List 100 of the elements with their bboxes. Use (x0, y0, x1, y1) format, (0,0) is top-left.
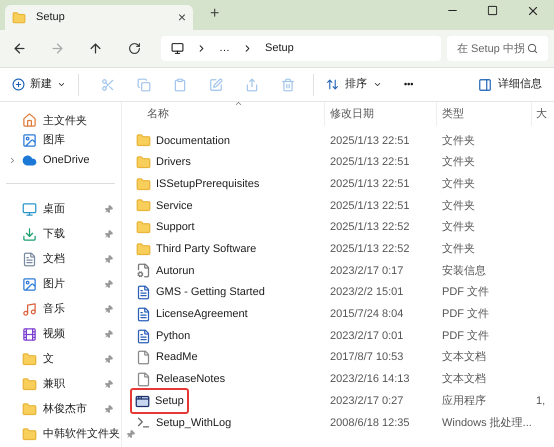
pin-icon (102, 378, 115, 391)
up-icon[interactable] (88, 41, 103, 56)
file-row[interactable]: Setup_WithLog 2008/6/18 12:35 Windows 批处理... (122, 412, 554, 434)
pin-icon (102, 228, 115, 241)
file-row[interactable]: Support 2025/1/13 22:52 文件夹 (122, 216, 554, 238)
file-row[interactable]: ReadMe 2017/8/7 10:53 文本文档 (122, 346, 554, 369)
date-cell-text: 2025/1/13 22:52 (329, 220, 411, 236)
pin-icon (102, 353, 115, 366)
type-cell-text: 文本文档 (441, 372, 487, 388)
folder-icon (136, 133, 151, 148)
column-header[interactable]: 修改日期 (325, 102, 437, 126)
pin-icon (102, 303, 115, 316)
breadcrumb[interactable]: … (219, 40, 230, 57)
size-cell-text: 1, (535, 394, 546, 409)
file-row[interactable]: Drivers 2025/1/13 22:51 文件夹 (122, 152, 554, 174)
column-header[interactable]: 大 (532, 106, 547, 122)
sort-icon (326, 78, 339, 91)
date-cell-text: 2023/2/17 0:01 (329, 328, 404, 344)
file-row[interactable]: ReleaseNotes 2023/2/16 14:13 文本文档 (122, 368, 554, 390)
date-cell-text: 2023/2/2 15:01 (329, 285, 404, 300)
sidebar-item[interactable]: 图库 (0, 130, 121, 150)
cloud-icon (22, 152, 37, 168)
expand-icon[interactable] (8, 156, 17, 165)
sort-button[interactable]: 排序 (326, 76, 382, 93)
type-cell-text: PDF 文件 (441, 284, 490, 300)
tab[interactable]: Setup × (5, 5, 193, 30)
date-cell-text: 2025/1/13 22:51 (329, 155, 411, 170)
file-name: ISSetupPrerequisites (156, 176, 260, 192)
sidebar-item[interactable]: 下载 (0, 222, 121, 247)
close-tab-button[interactable]: × (178, 7, 186, 28)
file-name: Service (156, 198, 193, 214)
folder-icon (12, 10, 26, 24)
file-name: Setup (155, 394, 184, 409)
folder-icon (136, 155, 151, 170)
address-bar[interactable]: … Setup (161, 36, 441, 61)
type-cell-text: 文件夹 (441, 176, 476, 192)
app-icon (135, 394, 150, 409)
file-row[interactable]: LicenseAgreement 2015/7/24 8:04 PDF 文件 (122, 304, 554, 326)
settings-file-icon (136, 263, 151, 278)
maximize-icon[interactable] (487, 5, 498, 16)
type-cell-text: 应用程序 (441, 394, 487, 409)
file-name: LicenseAgreement (156, 307, 248, 322)
pin-icon (102, 328, 115, 341)
type-cell-text: 安装信息 (441, 264, 487, 279)
forward-icon[interactable] (50, 41, 65, 56)
file-name: Autorun (156, 264, 195, 279)
type-cell-text: 文件夹 (441, 242, 476, 258)
new-tab-button[interactable]: + (210, 2, 220, 26)
caret-icon (57, 80, 66, 89)
document-icon (22, 252, 37, 267)
document-icon (136, 328, 151, 344)
sidebar-item[interactable]: 中韩软件文件夹 (0, 422, 121, 447)
type-cell-text: Windows 批处理... (441, 416, 532, 431)
date-cell-text: 2025/1/13 22:51 (329, 176, 411, 192)
back-icon[interactable] (12, 41, 27, 56)
more-button[interactable]: ••• (404, 78, 414, 92)
file-name: GMS - Getting Started (156, 285, 265, 300)
breadcrumb[interactable]: Setup (265, 40, 294, 57)
sidebar-item[interactable]: 林俊杰市 (0, 397, 121, 422)
text-file-icon (136, 372, 151, 387)
search-field[interactable]: 在 Setup 中拐 (447, 36, 548, 61)
sidebar-item[interactable]: 桌面 (0, 197, 121, 222)
sidebar-item[interactable]: 文档 (0, 247, 121, 272)
sidebar-item[interactable]: 兼职 (0, 372, 121, 397)
type-cell-text: 文件夹 (441, 198, 476, 214)
date-cell-text: 2015/7/24 8:04 (329, 307, 404, 322)
file-row[interactable]: Setup 2023/2/17 0:27 应用程序 1, (122, 390, 554, 412)
file-name: Third Party Software (156, 242, 256, 258)
sidebar-item[interactable]: 音乐 (0, 297, 121, 322)
sidebar-item[interactable]: 主文件夹 (0, 111, 121, 131)
gallery-icon (22, 133, 37, 148)
date-cell-text: 2025/1/13 22:52 (329, 242, 411, 258)
file-name: ReleaseNotes (156, 372, 226, 388)
file-row[interactable]: Third Party Software 2025/1/13 22:52 文件夹 (122, 238, 554, 260)
type-cell-text: 文本文档 (441, 350, 487, 366)
folder-icon (22, 427, 37, 442)
file-row[interactable]: GMS - Getting Started 2023/2/2 15:01 PDF 文件 (122, 282, 554, 304)
new-button[interactable]: 新建 (12, 76, 66, 93)
file-row[interactable]: Documentation 2025/1/13 22:51 文件夹 (122, 130, 554, 152)
file-row[interactable]: Python 2023/2/17 0:01 PDF 文件 (122, 325, 554, 347)
file-row[interactable]: Autorun 2023/2/17 0:17 安装信息 (122, 260, 554, 282)
details-button[interactable]: 详细信息 (478, 76, 542, 93)
column-header[interactable]: 名称 (122, 102, 325, 126)
folder-icon (22, 402, 37, 417)
video-icon (22, 327, 37, 342)
date-cell-text: 2025/1/13 22:51 (329, 198, 411, 214)
sidebar-item[interactable]: OneDrive (0, 150, 121, 170)
folder-icon (136, 198, 151, 214)
close-icon[interactable] (526, 4, 540, 18)
type-cell-text: 文件夹 (441, 220, 476, 236)
sidebar-item[interactable]: 图片 (0, 272, 121, 297)
file-row[interactable]: Service 2025/1/13 22:51 文件夹 (122, 195, 554, 217)
date-cell-text: 2017/8/7 10:53 (329, 350, 404, 366)
file-row[interactable]: ISSetupPrerequisites 2025/1/13 22:51 文件夹 (122, 173, 554, 196)
date-cell-text: 2023/2/16 14:13 (329, 372, 411, 388)
refresh-icon[interactable] (128, 42, 141, 55)
column-header[interactable]: 类型 (437, 102, 532, 126)
sidebar-item[interactable]: 文 (0, 347, 121, 372)
sidebar-item[interactable]: 视频 (0, 322, 121, 347)
text-file-icon (136, 350, 151, 366)
